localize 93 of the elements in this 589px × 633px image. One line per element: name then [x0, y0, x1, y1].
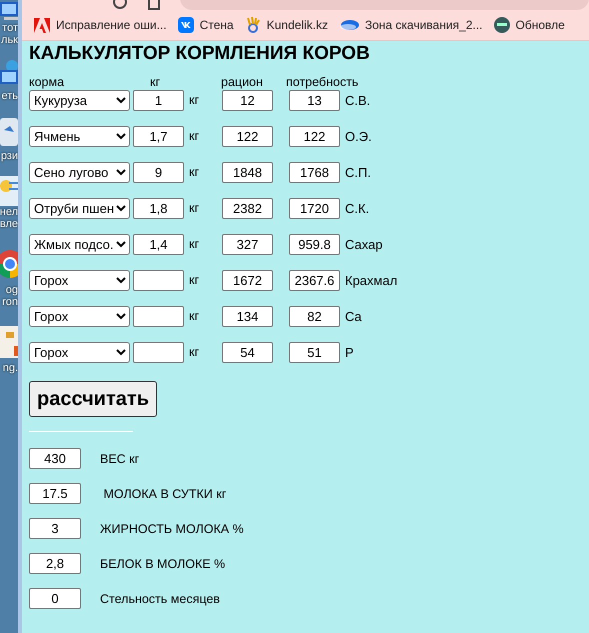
unit-label: кг: [189, 93, 200, 107]
amount-input[interactable]: 9: [133, 162, 184, 182]
column-header: корма: [29, 75, 66, 89]
desktop-icon-label: ron: [2, 296, 18, 308]
desktop-icon-label: еть: [1, 90, 18, 102]
desktop-icon-label: og: [6, 284, 18, 296]
param-label: ВЕС кг: [100, 452, 140, 466]
chevron-down-icon: [116, 132, 126, 140]
feed-select[interactable]: Горох: [29, 342, 130, 362]
ration-input[interactable]: 134: [222, 306, 273, 326]
nutrient-label: О.Э.: [345, 128, 372, 144]
feed-select[interactable]: Кукуруза: [29, 90, 130, 110]
ration-input[interactable]: 2382: [222, 198, 273, 218]
need-input[interactable]: 1720: [289, 198, 340, 218]
amount-input[interactable]: [133, 270, 184, 290]
nutrient-label: Сахар: [345, 236, 383, 252]
desktop-icon-label: нел: [0, 206, 18, 218]
nutrient-label: С.П.: [345, 164, 371, 180]
ration-input[interactable]: 1848: [222, 162, 273, 182]
chevron-down-icon: [116, 276, 126, 284]
unit-label: кг: [189, 129, 200, 143]
circle-badge-icon: [494, 17, 510, 33]
param-label: Стельность месяцев: [100, 592, 220, 606]
calculate-button[interactable]: рассчитать: [29, 381, 157, 417]
param-input[interactable]: 3: [29, 518, 81, 539]
amount-input[interactable]: [133, 306, 184, 326]
monitor-icon: [0, 0, 18, 22]
ration-input[interactable]: 1672: [222, 270, 273, 290]
ration-input[interactable]: 122: [222, 126, 273, 146]
need-input[interactable]: 2367.6: [289, 270, 340, 290]
param-label: ЖИРНОСТЬ МОЛОКА %: [100, 522, 244, 536]
nutrient-label: P: [345, 344, 354, 360]
need-input[interactable]: 13: [289, 90, 340, 110]
unit-label: кг: [189, 345, 200, 359]
unit-label: кг: [189, 201, 200, 215]
page-title: КАЛЬКУЛЯТОР КОРМЛЕНИЯ КОРОВ: [29, 43, 370, 65]
amount-input[interactable]: [133, 342, 184, 362]
ration-input[interactable]: 327: [222, 234, 273, 254]
nutrient-label: Крахмал: [345, 272, 398, 288]
cloud-icon: [338, 18, 359, 32]
desktop-icon-label: ng.: [2, 362, 18, 374]
param-input[interactable]: 2,8: [29, 553, 81, 574]
hand-icon: [244, 16, 261, 34]
unit-label: кг: [189, 165, 200, 179]
ration-input[interactable]: 54: [222, 342, 273, 362]
adobe-icon: [34, 18, 50, 32]
feed-select[interactable]: Сено лугово: [29, 162, 130, 182]
param-input[interactable]: 0: [29, 588, 81, 609]
unit-label: кг: [189, 273, 200, 287]
desktop-icon-label: вле: [0, 218, 18, 230]
amount-input[interactable]: 1,7: [133, 126, 184, 146]
vk-icon: [178, 17, 194, 33]
bookmark-link[interactable]: Исправление оши...: [34, 18, 167, 32]
param-input[interactable]: 17.5: [29, 483, 81, 504]
need-input[interactable]: 1768: [289, 162, 340, 182]
need-input[interactable]: 51: [289, 342, 340, 362]
nutrient-label: С.В.: [345, 92, 370, 108]
column-header: кг: [150, 75, 162, 89]
param-input[interactable]: 430: [29, 448, 81, 469]
chevron-down-icon: [116, 96, 126, 104]
bookmark-link[interactable]: Зона скачивания_2...: [338, 18, 483, 32]
chevron-down-icon: [116, 168, 126, 176]
feed-select[interactable]: Отруби пшен: [29, 198, 130, 218]
feed-select[interactable]: Ячмень: [29, 126, 130, 146]
chevron-down-icon: [116, 204, 126, 212]
nutrient-label: С.К.: [345, 200, 370, 216]
bookmark-link[interactable]: Стена: [178, 17, 234, 33]
need-input[interactable]: 82: [289, 306, 340, 326]
bookmark-link[interactable]: Обновле: [494, 17, 565, 33]
chevron-down-icon: [116, 312, 126, 320]
amount-input[interactable]: 1,4: [133, 234, 184, 254]
ration-input[interactable]: 12: [222, 90, 273, 110]
need-input[interactable]: 122: [289, 126, 340, 146]
amount-input[interactable]: 1: [133, 90, 184, 110]
column-header: потребность: [286, 75, 360, 89]
amount-input[interactable]: 1,8: [133, 198, 184, 218]
chevron-down-icon: [116, 348, 126, 356]
control-panel-icon: [0, 176, 18, 206]
bookmark-link[interactable]: Kundelik.kz: [244, 16, 328, 34]
desktop-icon-label: рзи: [0, 150, 18, 162]
column-header: рацион: [221, 75, 264, 89]
feed-select[interactable]: Горох: [29, 270, 130, 290]
param-label: МОЛОКА В СУТКИ кг: [102, 486, 226, 500]
unit-label: кг: [189, 237, 200, 251]
chevron-down-icon: [116, 240, 126, 248]
need-input[interactable]: 959.8: [289, 234, 340, 254]
nutrient-label: Ca: [345, 308, 362, 324]
desktop-icon-label: льк: [1, 34, 18, 46]
unit-label: кг: [189, 309, 200, 323]
feed-select[interactable]: Жмых подсо.: [29, 234, 130, 254]
param-label: БЕЛОК В МОЛОКЕ %: [100, 556, 226, 570]
desktop-icon-label: тот: [2, 22, 18, 34]
feed-select[interactable]: Горох: [29, 306, 130, 326]
